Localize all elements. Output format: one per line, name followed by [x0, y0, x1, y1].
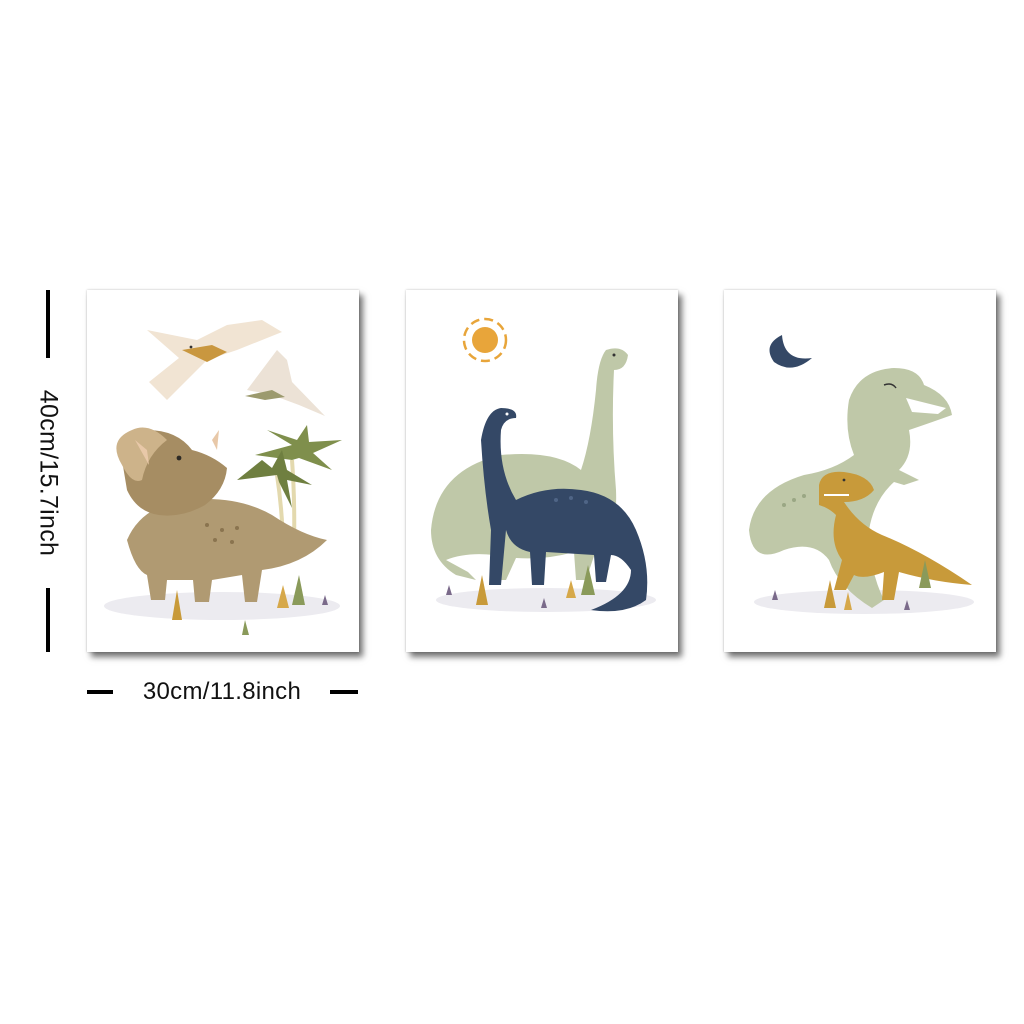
- width-dimension-line-left: [87, 690, 113, 694]
- width-dimension-label: 30cm/11.8inch: [142, 678, 302, 705]
- triceratops-illustration: [104, 320, 342, 635]
- pterodactyl-small: [245, 350, 325, 416]
- navy-dinosaur: [481, 408, 648, 612]
- moon-icon: [769, 335, 812, 368]
- height-dimension-label: 40cm/15.7inch: [34, 389, 63, 557]
- trex-illustration: [749, 335, 974, 614]
- height-dimension-line-top: [46, 290, 50, 358]
- mustard-trex: [819, 471, 972, 600]
- sun-icon: [462, 317, 508, 363]
- print-panel-triceratops: [87, 290, 359, 652]
- width-dimension-line-right: [330, 690, 358, 694]
- long-neck-dinosaurs-illustration: [431, 317, 656, 612]
- height-dimension-line-bottom: [46, 588, 50, 652]
- print-panel-trex: [724, 290, 996, 652]
- print-panel-brachiosaurus: [406, 290, 678, 652]
- ground-shadow: [104, 592, 340, 620]
